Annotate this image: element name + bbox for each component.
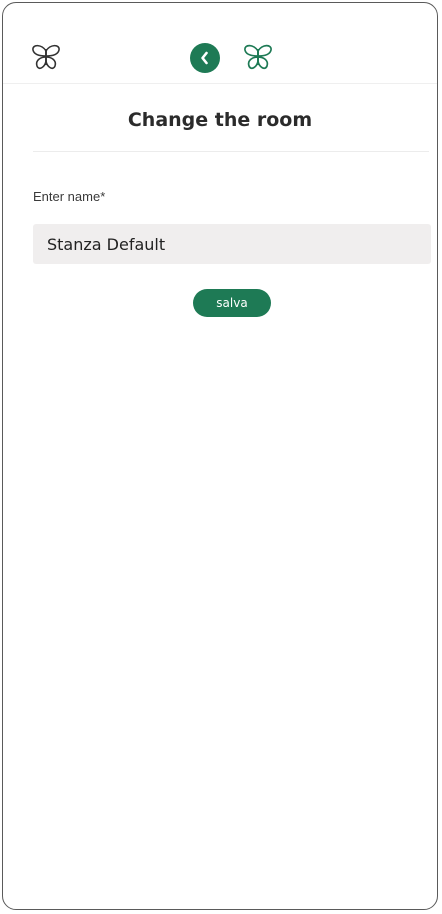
name-field-label: Enter name*: [33, 189, 106, 204]
top-bar: [3, 3, 437, 84]
butterfly-logo-icon: [32, 44, 60, 69]
butterfly-logo-icon: [244, 44, 272, 70]
save-button[interactable]: salva: [193, 289, 271, 317]
back-button[interactable]: [190, 43, 220, 73]
name-input[interactable]: [33, 224, 431, 264]
phone-screen: Change the room Enter name* salva: [2, 2, 438, 910]
page-title: Change the room: [127, 109, 313, 131]
divider: [33, 151, 429, 152]
back-circle-icon: [201, 51, 208, 65]
